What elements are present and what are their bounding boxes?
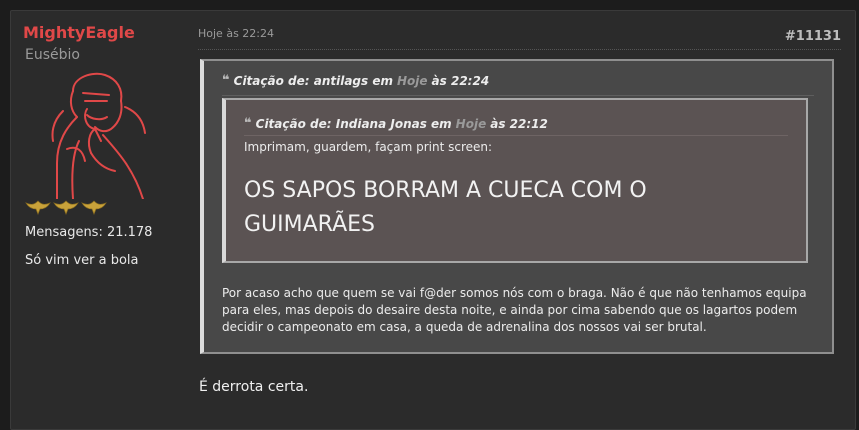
nested-quote-text: Imprimam, guardem, façam print screen: xyxy=(244,140,493,154)
nested-quote-source-link[interactable]: Hoje xyxy=(456,117,487,131)
post-number-link[interactable]: #11131 xyxy=(785,29,841,44)
quote-icon: ❝ xyxy=(222,73,230,88)
nested-quote-author: Citação de: Indiana Jonas em xyxy=(255,116,452,131)
post-header-divider xyxy=(198,49,841,50)
eagle-rank-icon xyxy=(53,200,79,215)
eagle-rank-icon xyxy=(81,200,107,215)
forum-post: MightyEagle Eusébio Mensagens: 21.178 Só… xyxy=(10,10,856,430)
quote-source-link[interactable]: Hoje xyxy=(397,74,428,88)
nested-quote-header: ❝ Citação de: Indiana Jonas em Hoje às 2… xyxy=(244,116,548,131)
nested-quote-block: ❝ Citação de: Indiana Jonas em Hoje às 2… xyxy=(222,98,808,263)
quote-text: Por acaso acho que quem se vai f@der som… xyxy=(222,286,807,334)
user-post-count: Mensagens: 21.178 xyxy=(25,225,153,240)
username-link[interactable]: MightyEagle xyxy=(23,23,135,42)
post-timestamp[interactable]: Hoje às 22:24 xyxy=(198,27,274,40)
eagle-rank-icon xyxy=(25,200,51,215)
quote-icon: ❝ xyxy=(244,116,252,131)
quote-divider xyxy=(222,95,814,96)
nested-quote-time: às 22:12 xyxy=(490,116,548,131)
avatar[interactable] xyxy=(43,71,151,199)
quote-block: ❝ Citação de: antilags em Hoje às 22:24 … xyxy=(200,59,834,354)
post-body-text: É derrota certa. xyxy=(199,379,309,395)
nested-quote-large-text: OS SAPOS BORRAM A CUECA COM O GUIMARÃES xyxy=(244,178,647,237)
quote-time: às 22:24 xyxy=(431,73,490,88)
user-custom-text: Só vim ver a bola xyxy=(25,253,139,268)
quote-author: Citação de: antilags em xyxy=(233,73,393,88)
user-panel: MightyEagle Eusébio Mensagens: 21.178 Só… xyxy=(11,11,187,429)
nested-quote-divider xyxy=(244,135,788,136)
quote-header: ❝ Citação de: antilags em Hoje às 22:24 xyxy=(222,73,489,88)
rank-stars xyxy=(25,199,107,215)
user-rank-title: Eusébio xyxy=(25,47,80,63)
